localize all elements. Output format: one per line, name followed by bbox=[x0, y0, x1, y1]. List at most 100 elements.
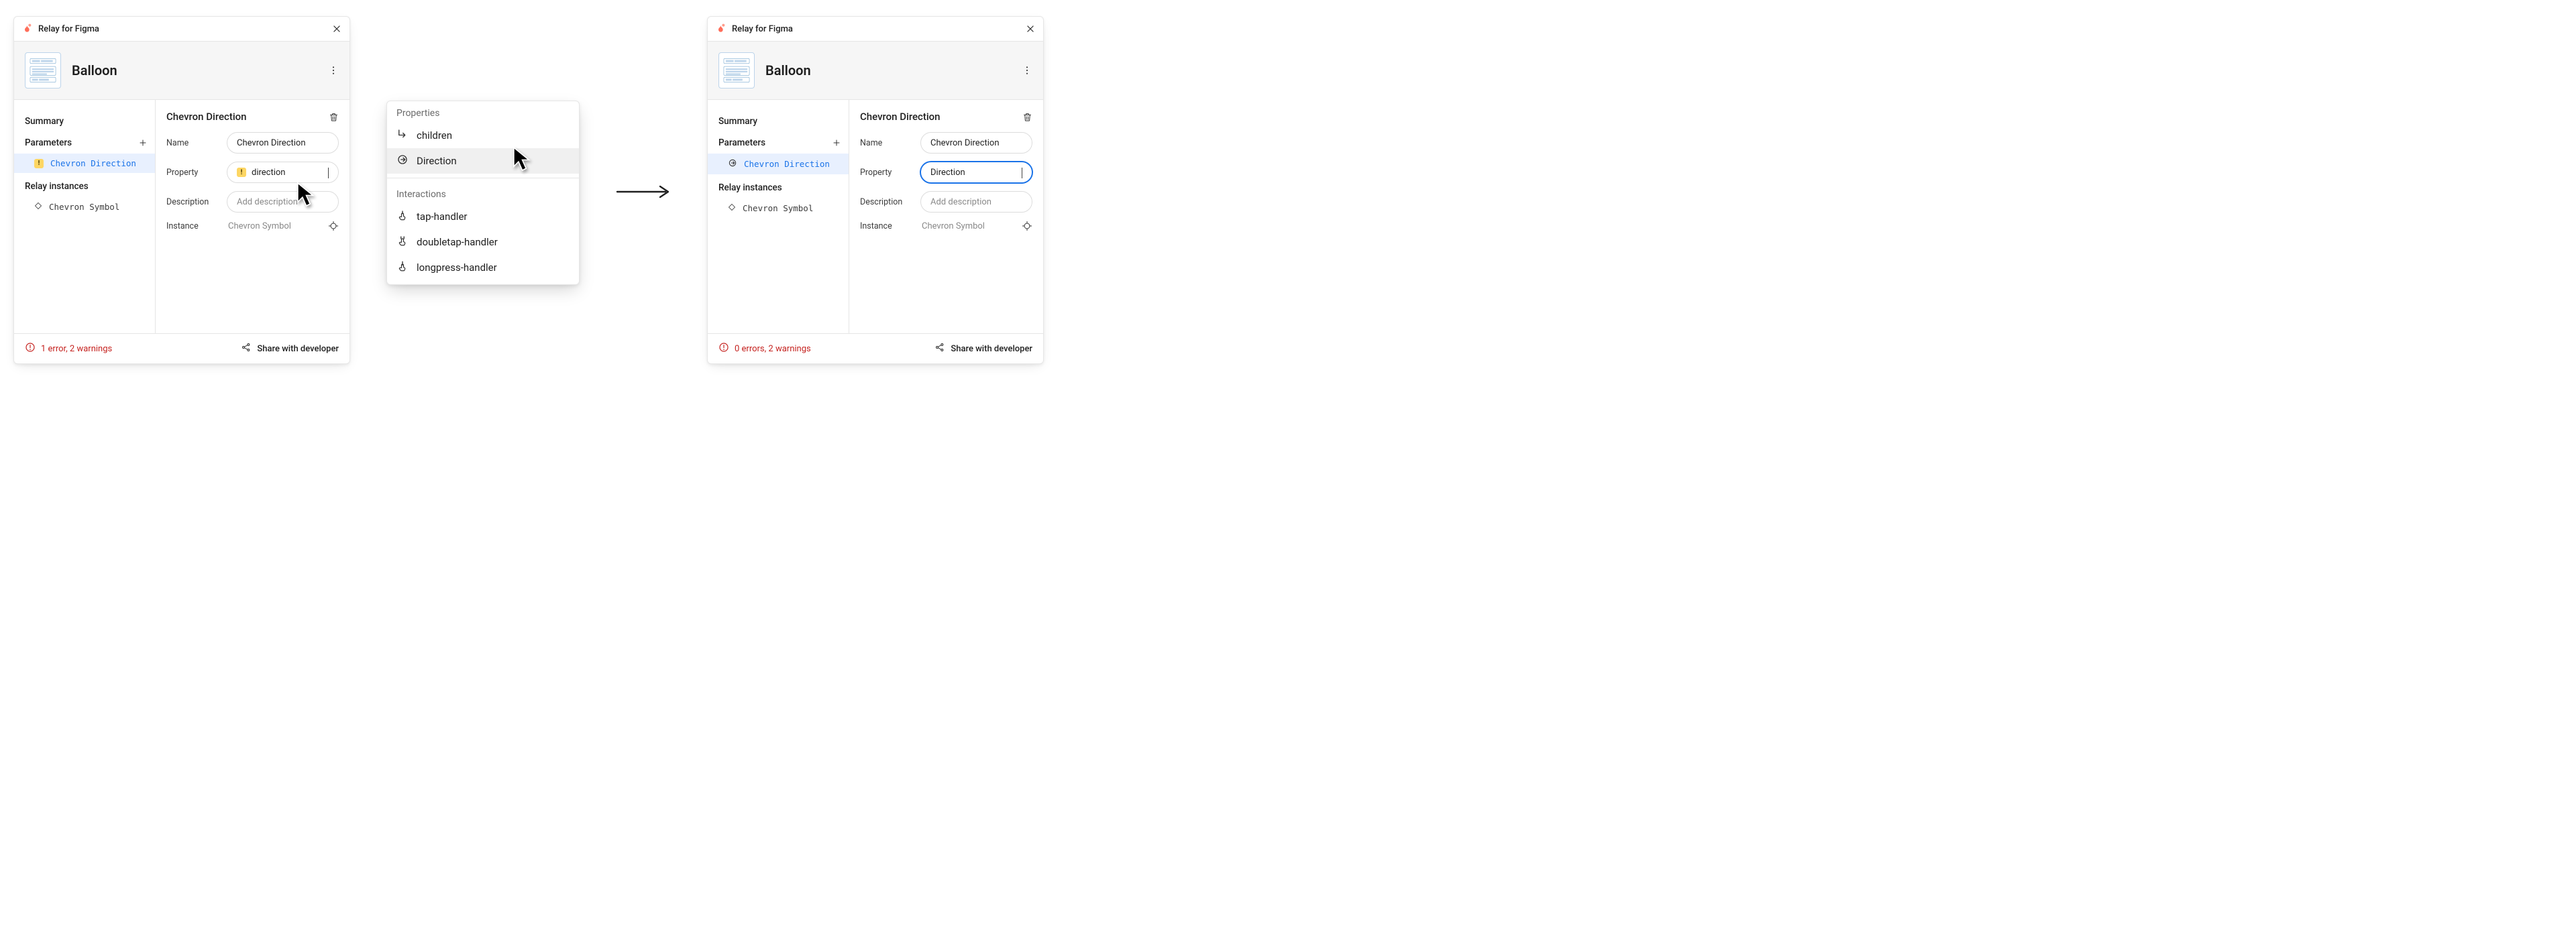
name-label: Name bbox=[166, 138, 219, 148]
component-name: Balloon bbox=[765, 62, 1011, 78]
property-select[interactable]: ! direction bbox=[227, 162, 339, 183]
sidebar-item-parameters[interactable]: Parameters bbox=[708, 132, 849, 154]
relay-logo-icon bbox=[22, 22, 33, 36]
details-title: Chevron Direction bbox=[860, 111, 941, 123]
plugin-header: Relay for Figma bbox=[708, 17, 1043, 42]
popover-item-label: doubletap-handler bbox=[417, 236, 498, 248]
sidebar-summary-label: Summary bbox=[718, 116, 757, 127]
popover-item-label: Direction bbox=[417, 155, 457, 167]
component-header: Balloon bbox=[708, 42, 1043, 100]
sidebar-parameters-label: Parameters bbox=[25, 137, 72, 148]
share-icon bbox=[934, 342, 945, 355]
name-label: Name bbox=[860, 138, 912, 148]
close-icon[interactable] bbox=[332, 24, 341, 34]
plugin-title-text: Relay for Figma bbox=[38, 24, 99, 34]
description-input[interactable]: Add description bbox=[227, 191, 339, 213]
details-panel: Chevron Direction Name Chevron Direction… bbox=[156, 100, 350, 333]
parameter-item-label: Chevron Direction bbox=[50, 158, 136, 168]
direction-icon bbox=[728, 158, 737, 170]
delete-icon[interactable] bbox=[1022, 112, 1032, 122]
status-text-label: 1 error, 2 warnings bbox=[41, 344, 112, 354]
body-area: Summary Parameters ! Chevron Direction R… bbox=[14, 100, 350, 333]
add-parameter-icon[interactable] bbox=[833, 139, 841, 147]
sidebar-item-summary[interactable]: Summary bbox=[14, 111, 155, 132]
name-input[interactable]: Chevron Direction bbox=[920, 132, 1032, 154]
plugin-footer: 0 errors, 2 warnings Share with develope… bbox=[708, 333, 1043, 363]
properties-group-label: Properties bbox=[387, 101, 579, 123]
name-value: Chevron Direction bbox=[930, 138, 1000, 148]
status-text-label: 0 errors, 2 warnings bbox=[735, 344, 811, 354]
component-header: Balloon bbox=[14, 42, 350, 100]
description-label: Description bbox=[166, 197, 219, 207]
sidebar-parameters-label: Parameters bbox=[718, 137, 765, 148]
component-thumbnail bbox=[25, 52, 61, 89]
component-name: Balloon bbox=[72, 62, 317, 78]
instance-item-label: Chevron Symbol bbox=[49, 202, 119, 212]
instance-value: Chevron Symbol bbox=[920, 221, 1014, 231]
property-label: Property bbox=[860, 168, 912, 178]
popover-item-tap-handler[interactable]: tap-handler bbox=[387, 204, 579, 229]
sidebar-summary-label: Summary bbox=[25, 116, 64, 127]
doubletap-icon bbox=[396, 235, 409, 249]
popover-item-label: children bbox=[417, 129, 452, 141]
sidebar: Summary Parameters Chevron Direction bbox=[708, 100, 849, 333]
plugin-title-text: Relay for Figma bbox=[732, 24, 793, 34]
share-icon bbox=[241, 342, 252, 355]
property-label: Property bbox=[166, 168, 219, 178]
delete-icon[interactable] bbox=[329, 112, 339, 122]
sidebar-relay-instances-label: Relay instances bbox=[25, 181, 89, 192]
warning-badge-icon: ! bbox=[34, 159, 44, 168]
status-text[interactable]: 1 error, 2 warnings bbox=[25, 342, 112, 355]
sidebar-relay-instances-label: Relay instances bbox=[718, 182, 782, 193]
sidebar-instance-item[interactable]: Chevron Symbol bbox=[14, 197, 155, 217]
tap-icon bbox=[396, 209, 409, 224]
property-value: Direction bbox=[930, 168, 965, 178]
more-options-icon[interactable] bbox=[328, 65, 339, 76]
body-area: Summary Parameters Chevron Direction bbox=[708, 100, 1043, 333]
direction-icon bbox=[396, 154, 409, 168]
share-with-developer-button[interactable]: Share with developer bbox=[934, 342, 1032, 355]
plugin-title: Relay for Figma bbox=[22, 22, 99, 36]
description-input[interactable]: Add description bbox=[920, 191, 1032, 213]
property-dropdown-popover: Properties children Direction Interactio… bbox=[386, 101, 580, 285]
sidebar-item-parameters[interactable]: Parameters bbox=[14, 132, 155, 154]
transition-arrow-icon bbox=[616, 184, 671, 200]
popover-item-label: longpress-handler bbox=[417, 261, 497, 274]
plugin-header: Relay for Figma bbox=[14, 17, 350, 42]
sidebar-parameter-item[interactable]: ! Chevron Direction bbox=[14, 154, 155, 173]
add-parameter-icon[interactable] bbox=[139, 139, 147, 147]
status-text[interactable]: 0 errors, 2 warnings bbox=[718, 342, 811, 355]
sidebar-item-summary[interactable]: Summary bbox=[708, 111, 849, 132]
popover-item-doubletap-handler[interactable]: doubletap-handler bbox=[387, 229, 579, 255]
share-label: Share with developer bbox=[951, 344, 1032, 354]
close-icon[interactable] bbox=[1026, 24, 1035, 34]
diamond-icon bbox=[728, 203, 736, 213]
locate-instance-icon[interactable] bbox=[1022, 221, 1032, 231]
sidebar-item-relay-instances[interactable]: Relay instances bbox=[14, 176, 155, 197]
share-with-developer-button[interactable]: Share with developer bbox=[241, 342, 339, 355]
name-input[interactable]: Chevron Direction bbox=[227, 132, 339, 154]
children-icon bbox=[396, 128, 409, 143]
sidebar: Summary Parameters ! Chevron Direction R… bbox=[14, 100, 156, 333]
property-select[interactable]: Direction bbox=[920, 162, 1032, 183]
popover-item-longpress-handler[interactable]: longpress-handler bbox=[387, 255, 579, 284]
details-title: Chevron Direction bbox=[166, 111, 247, 123]
sidebar-parameter-item[interactable]: Chevron Direction bbox=[708, 154, 849, 174]
chevron-down-icon bbox=[328, 168, 329, 178]
description-placeholder: Add description bbox=[237, 197, 298, 207]
instance-value: Chevron Symbol bbox=[227, 221, 320, 231]
sidebar-instance-item[interactable]: Chevron Symbol bbox=[708, 198, 849, 218]
popover-item-direction[interactable]: Direction bbox=[387, 148, 579, 174]
description-placeholder: Add description bbox=[930, 197, 991, 207]
error-icon bbox=[25, 342, 36, 355]
interactions-group-label: Interactions bbox=[387, 182, 579, 204]
parameter-item-label: Chevron Direction bbox=[744, 159, 830, 169]
error-icon bbox=[718, 342, 729, 355]
sidebar-item-relay-instances[interactable]: Relay instances bbox=[708, 177, 849, 198]
instance-label: Instance bbox=[166, 221, 219, 231]
popover-item-children[interactable]: children bbox=[387, 123, 579, 148]
locate-instance-icon[interactable] bbox=[328, 221, 339, 231]
details-panel: Chevron Direction Name Chevron Direction… bbox=[849, 100, 1043, 333]
warning-badge-icon: ! bbox=[237, 168, 246, 177]
more-options-icon[interactable] bbox=[1022, 65, 1032, 76]
